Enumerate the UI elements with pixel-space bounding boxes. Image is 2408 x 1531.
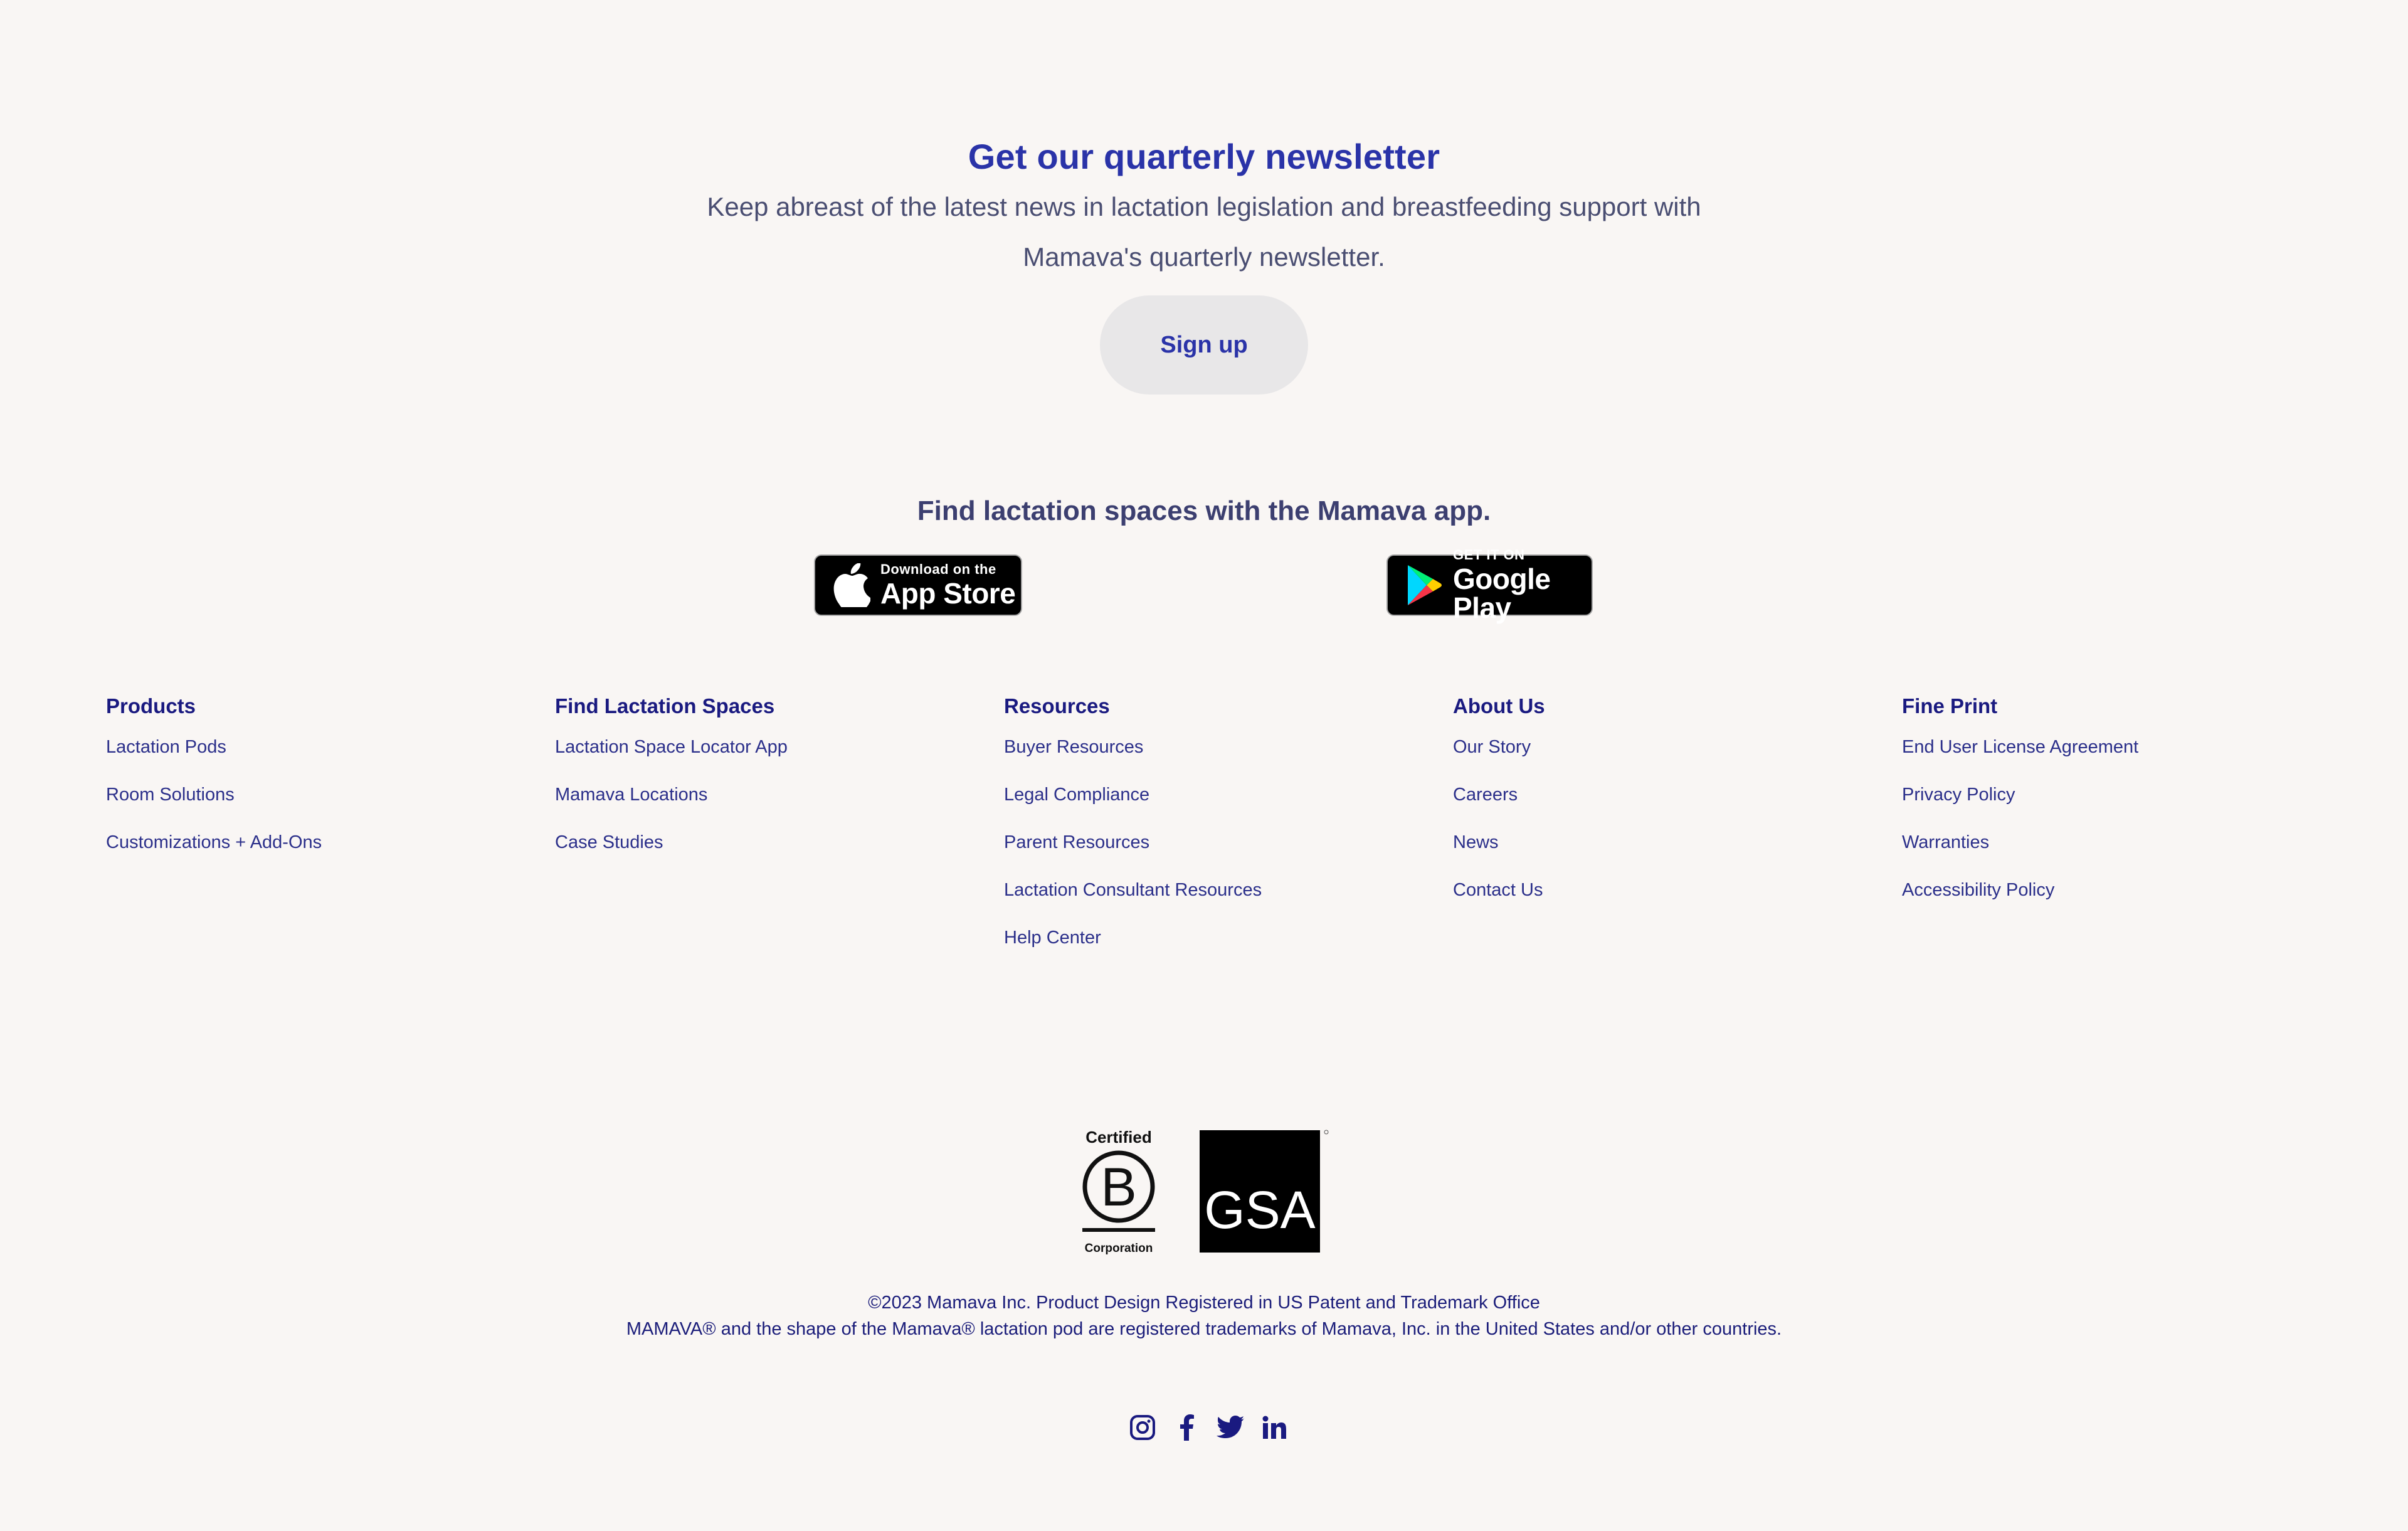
footer-link-eula[interactable]: End User License Agreement (1902, 737, 2138, 757)
footer-link-contact-us[interactable]: Contact Us (1453, 880, 1543, 900)
google-play-badge[interactable]: GET IT ON Google Play (1386, 548, 1593, 622)
footer-heading: Find Lactation Spaces (555, 694, 775, 718)
svg-text:GSA: GSA (1204, 1180, 1315, 1239)
footer-link-warranties[interactable]: Warranties (1902, 832, 1989, 852)
footer-link-privacy-policy[interactable]: Privacy Policy (1902, 785, 2015, 805)
bcorp-certified-logo: Certified B Corporation (1079, 1128, 1159, 1257)
footer-link-consultant-resources[interactable]: Lactation Consultant Resources (1004, 880, 1262, 900)
twitter-icon[interactable] (1217, 1414, 1244, 1441)
footer-heading: Fine Print (1902, 694, 1998, 718)
footer-link-our-story[interactable]: Our Story (1453, 737, 1531, 757)
google-play-small-text: GET IT ON (1453, 547, 1525, 563)
signup-button[interactable]: Sign up (1100, 295, 1308, 395)
footer-link-accessibility-policy[interactable]: Accessibility Policy (1902, 880, 2054, 900)
linkedin-icon[interactable] (1260, 1414, 1288, 1441)
footer-link-mamava-locations[interactable]: Mamava Locations (555, 785, 707, 805)
footer-column-about: About Us Our Story Careers News Contact … (1453, 692, 1545, 924)
footer-heading: About Us (1453, 694, 1545, 718)
footer-link-careers[interactable]: Careers (1453, 785, 1518, 805)
newsletter-description: Keep abreast of the latest news in lacta… (671, 182, 1737, 282)
footer-link-case-studies[interactable]: Case Studies (555, 832, 663, 852)
app-store-badge[interactable]: Download on the App Store (814, 554, 1022, 616)
footer-link-buyer-resources[interactable]: Buyer Resources (1004, 737, 1143, 757)
svg-text:Certified: Certified (1085, 1128, 1151, 1147)
footer-link-help-center[interactable]: Help Center (1004, 928, 1101, 948)
footer-link-parent-resources[interactable]: Parent Resources (1004, 832, 1149, 852)
footer-link-locator-app[interactable]: Lactation Space Locator App (555, 737, 788, 757)
footer-column-fine-print: Fine Print End User License Agreement Pr… (1902, 692, 2138, 924)
newsletter-description-line1: Keep abreast of the latest news in lacta… (707, 192, 1701, 221)
gsa-logo: GSA (1200, 1129, 1331, 1254)
newsletter-description-line2: Mamava's quarterly newsletter. (1023, 242, 1385, 272)
app-store-big-text: App Store (880, 577, 1016, 610)
trademark-text: MAMAVA® and the shape of the Mamava® lac… (626, 1319, 1782, 1339)
footer-link-lactation-pods[interactable]: Lactation Pods (106, 737, 226, 757)
svg-text:B: B (1101, 1157, 1136, 1217)
social-links (1129, 1414, 1288, 1441)
footer-column-find-spaces: Find Lactation Spaces Lactation Space Lo… (555, 692, 788, 877)
google-play-big-text: Google Play (1453, 563, 1551, 624)
google-play-icon (1408, 565, 1442, 605)
footer-column-products: Products Lactation Pods Room Solutions C… (106, 692, 322, 877)
apple-icon (833, 563, 870, 607)
newsletter-title: Get our quarterly newsletter (968, 137, 1440, 176)
footer-heading: Resources (1004, 694, 1110, 718)
footer-link-news[interactable]: News (1453, 832, 1499, 852)
footer-link-customizations[interactable]: Customizations + Add-Ons (106, 832, 322, 852)
copyright-text: ©2023 Mamava Inc. Product Design Registe… (868, 1293, 1540, 1313)
footer-heading: Products (106, 694, 196, 718)
svg-text:Corporation: Corporation (1085, 1242, 1153, 1255)
newsletter-section: Get our quarterly newsletter Keep abreas… (0, 132, 2408, 282)
app-store-small-text: Download on the (880, 561, 996, 577)
footer-column-resources: Resources Buyer Resources Legal Complian… (1004, 692, 1262, 972)
instagram-icon[interactable] (1129, 1414, 1156, 1441)
facebook-icon[interactable] (1173, 1414, 1200, 1441)
legal-notice: ©2023 Mamava Inc. Product Design Registe… (0, 1290, 2408, 1342)
footer-link-legal-compliance[interactable]: Legal Compliance (1004, 785, 1149, 805)
footer-link-room-solutions[interactable]: Room Solutions (106, 785, 235, 805)
app-promo-title: Find lactation spaces with the Mamava ap… (917, 495, 1491, 526)
